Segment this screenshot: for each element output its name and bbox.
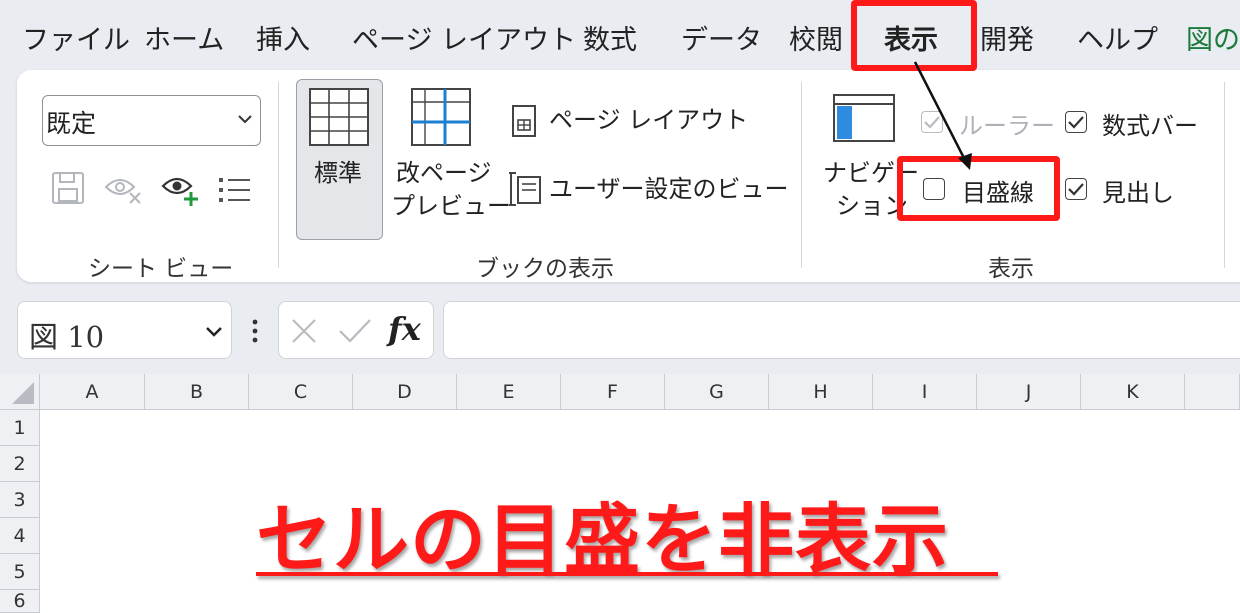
headline-underline	[256, 572, 998, 576]
column-header[interactable]: A	[40, 374, 145, 410]
row-header[interactable]: 2	[0, 446, 40, 482]
group-separator	[278, 82, 279, 268]
row-header[interactable]: 3	[0, 482, 40, 518]
formula-bar-checkbox[interactable]	[1065, 111, 1087, 133]
group-separator	[801, 82, 802, 268]
navigation-pane-icon[interactable]	[833, 94, 895, 142]
row-header[interactable]: 6	[0, 590, 40, 613]
column-header[interactable]: C	[249, 374, 353, 410]
normal-view-icon	[309, 88, 369, 146]
group-label-show: 表示	[988, 256, 1034, 282]
normal-view-label: 標準	[314, 159, 362, 187]
chevron-down-icon	[238, 115, 252, 124]
page-break-preview-icon[interactable]	[411, 88, 471, 146]
column-header[interactable]: H	[769, 374, 873, 410]
group-label-book-view: ブックの表示	[476, 256, 614, 282]
row-header[interactable]: 4	[0, 518, 40, 554]
custom-views-label[interactable]: ユーザー設定のビュー	[549, 173, 789, 205]
chevron-down-icon[interactable]	[206, 326, 222, 337]
row-header[interactable]: 5	[0, 554, 40, 590]
column-header[interactable]: G	[665, 374, 769, 410]
tab-data[interactable]: データ	[681, 18, 762, 57]
menu-bar: ファイル ホーム 挿入 ページ レイアウト 数式 データ 校閲 表示 開発 ヘル…	[0, 0, 1240, 70]
name-box-value: 図 10	[29, 320, 105, 354]
page-break-preview-label-1: 改ページ	[396, 159, 492, 187]
more-options-icon[interactable]	[250, 318, 260, 344]
column-header[interactable]: F	[561, 374, 665, 410]
page-layout-icon[interactable]	[510, 104, 540, 138]
options-list-icon[interactable]	[218, 176, 252, 204]
tab-page-layout[interactable]: ページ レイアウト	[352, 18, 576, 57]
tab-home[interactable]: ホーム	[144, 18, 224, 57]
column-header[interactable]: J	[977, 374, 1081, 410]
tab-formulas[interactable]: 数式	[583, 18, 637, 57]
formula-bar-label[interactable]: 数式バー	[1102, 106, 1198, 141]
column-header[interactable]: E	[457, 374, 561, 410]
tab-developer[interactable]: 開発	[980, 18, 1034, 57]
tab-review[interactable]: 校閲	[789, 18, 843, 57]
column-header[interactable]: L	[1185, 374, 1240, 410]
select-all-icon	[12, 382, 34, 404]
check-icon	[1068, 183, 1084, 196]
tab-insert[interactable]: 挿入	[256, 18, 310, 57]
column-header[interactable]: D	[353, 374, 457, 410]
row-header[interactable]: 1	[0, 410, 40, 446]
page-layout-label[interactable]: ページ レイアウト	[549, 104, 748, 136]
tab-file[interactable]: ファイル	[22, 18, 130, 57]
cancel-icon[interactable]	[290, 317, 318, 345]
tab-help[interactable]: ヘルプ	[1077, 18, 1158, 57]
new-view-icon[interactable]	[161, 172, 201, 206]
page-break-preview-label-2: プレビュー	[391, 192, 511, 220]
select-all-corner[interactable]	[0, 374, 40, 410]
exit-view-icon[interactable]	[104, 173, 144, 205]
tab-picture-format[interactable]: 図の	[1186, 18, 1240, 57]
enter-icon[interactable]	[338, 317, 372, 345]
formula-input[interactable]	[443, 301, 1240, 359]
headings-checkbox[interactable]	[1065, 178, 1087, 200]
sheet-view-select-value: 既定	[46, 109, 97, 138]
arrow-annotation	[913, 61, 972, 170]
column-header[interactable]: I	[873, 374, 977, 410]
headings-label[interactable]: 見出し	[1102, 173, 1174, 208]
custom-views-icon[interactable]	[508, 171, 542, 207]
insert-function-button[interactable]: fx	[388, 310, 421, 348]
column-header[interactable]: K	[1081, 374, 1185, 410]
save-view-icon[interactable]	[51, 171, 85, 205]
check-icon	[1068, 116, 1084, 129]
group-separator	[1224, 82, 1225, 268]
group-label-sheet-view: シート ビュー	[88, 256, 234, 282]
column-header[interactable]: B	[145, 374, 249, 410]
